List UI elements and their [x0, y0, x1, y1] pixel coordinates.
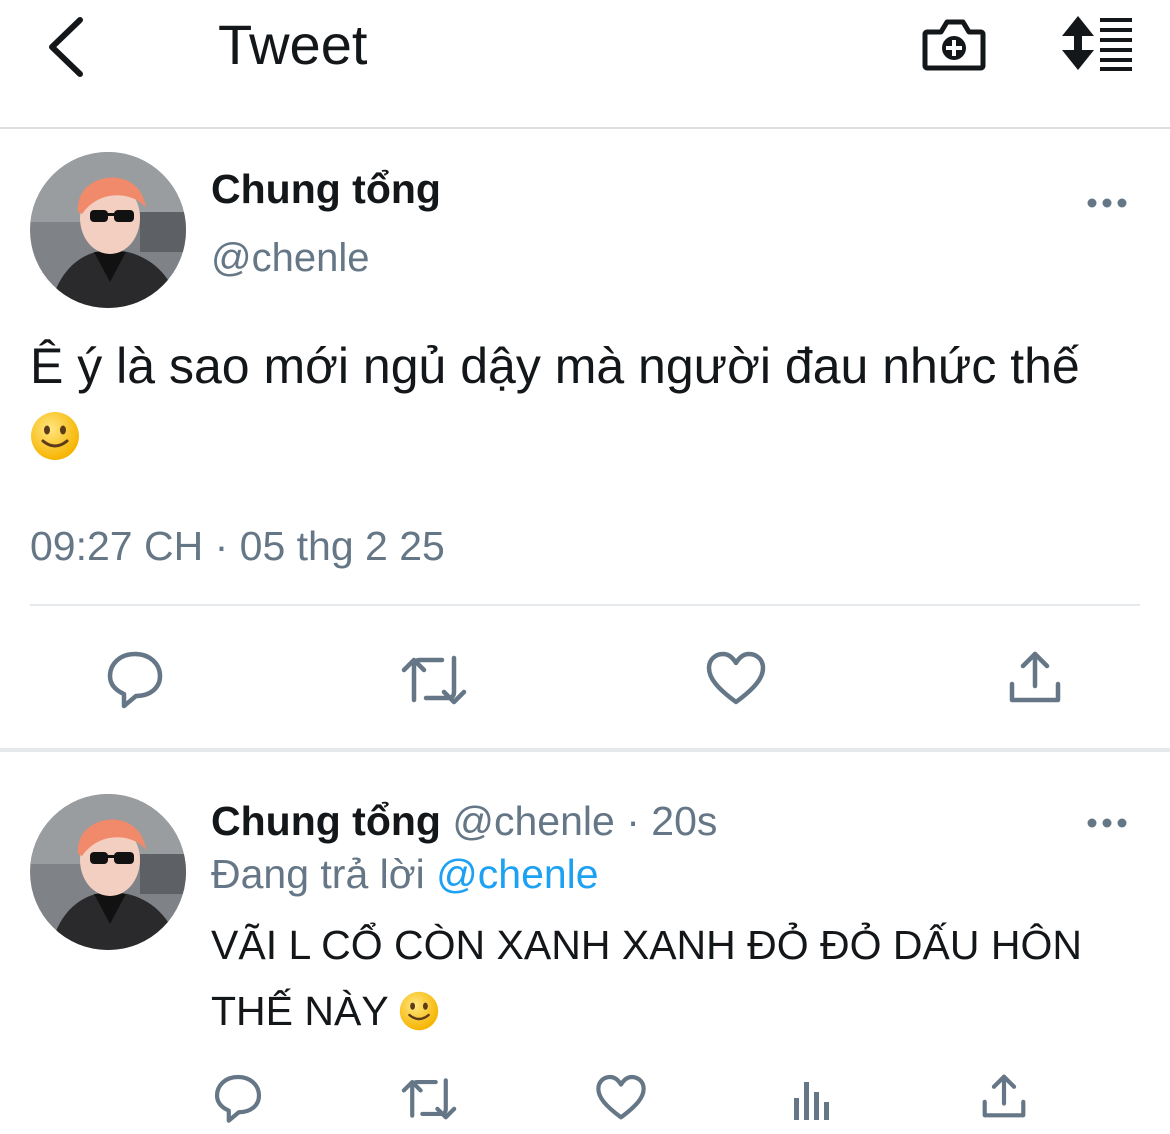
- user-handle[interactable]: @chenle: [452, 798, 614, 844]
- retweet-icon: [401, 1078, 457, 1120]
- slightly-smiling-face-icon: [399, 991, 439, 1031]
- share-button[interactable]: [978, 1070, 1030, 1122]
- avatar[interactable]: [30, 152, 186, 308]
- display-name[interactable]: Chung tổng: [211, 798, 441, 844]
- tweet-text: Ê ý là sao mới ngủ dậy mà người đau nhức…: [30, 330, 1140, 474]
- like-icon: [706, 651, 766, 705]
- chevron-left-icon: [49, 17, 83, 77]
- separator-dot: ·: [626, 798, 640, 844]
- user-handle[interactable]: @chenle: [211, 234, 369, 282]
- share-button[interactable]: [1004, 646, 1066, 708]
- camera-button[interactable]: [921, 14, 987, 74]
- reply-button[interactable]: [212, 1072, 264, 1124]
- section-divider: [0, 748, 1170, 752]
- more-horizontal-icon: [1087, 198, 1127, 208]
- slightly-smiling-face-icon: [30, 411, 80, 461]
- retweet-button[interactable]: [400, 1072, 458, 1124]
- tweet-divider: [30, 604, 1140, 606]
- more-horizontal-icon: [1087, 818, 1127, 828]
- reply-header: Chung tổng @chenle · 20s: [211, 796, 717, 846]
- share-icon: [982, 1074, 1026, 1118]
- tweet-text-content: Ê ý là sao mới ngủ dậy mà người đau nhức…: [30, 338, 1080, 394]
- like-icon: [596, 1074, 646, 1120]
- replying-to: Đang trả lời @chenle: [211, 850, 599, 898]
- analytics-button[interactable]: [788, 1072, 836, 1124]
- like-button[interactable]: [705, 648, 767, 710]
- page-title: Tweet: [218, 13, 368, 76]
- retweet-button[interactable]: [400, 648, 468, 710]
- more-options-button[interactable]: [1086, 192, 1130, 214]
- replying-handle-link[interactable]: @chenle: [436, 851, 598, 897]
- display-name[interactable]: Chung tổng: [211, 166, 441, 212]
- sort-list-icon: [1062, 16, 1132, 71]
- camera-plus-icon: [922, 19, 986, 71]
- reply-icon: [107, 651, 163, 709]
- more-options-button[interactable]: [1086, 812, 1130, 834]
- reply-text: VÃI L CỔ CÒN XANH XANH ĐỎ ĐỎ DẤU HÔN THẾ…: [211, 912, 1141, 1044]
- reply-text-content: VÃI L CỔ CÒN XANH XANH ĐỎ ĐỎ DẤU HÔN THẾ…: [211, 922, 1082, 1034]
- reply-button[interactable]: [104, 648, 166, 710]
- avatar[interactable]: [30, 794, 186, 950]
- reply-icon: [214, 1074, 262, 1123]
- sort-button[interactable]: [1060, 14, 1136, 72]
- replying-prefix: Đang trả lời: [211, 851, 425, 897]
- tweet-timestamp[interactable]: 09:27 CH · 05 thg 2 25: [30, 522, 445, 570]
- back-button[interactable]: [44, 14, 88, 78]
- retweet-icon: [401, 655, 467, 705]
- header-divider: [0, 127, 1170, 129]
- tweet-time: 20s: [651, 798, 718, 844]
- share-icon: [1009, 651, 1061, 703]
- like-button[interactable]: [595, 1072, 647, 1124]
- stats-icon: [794, 1082, 829, 1120]
